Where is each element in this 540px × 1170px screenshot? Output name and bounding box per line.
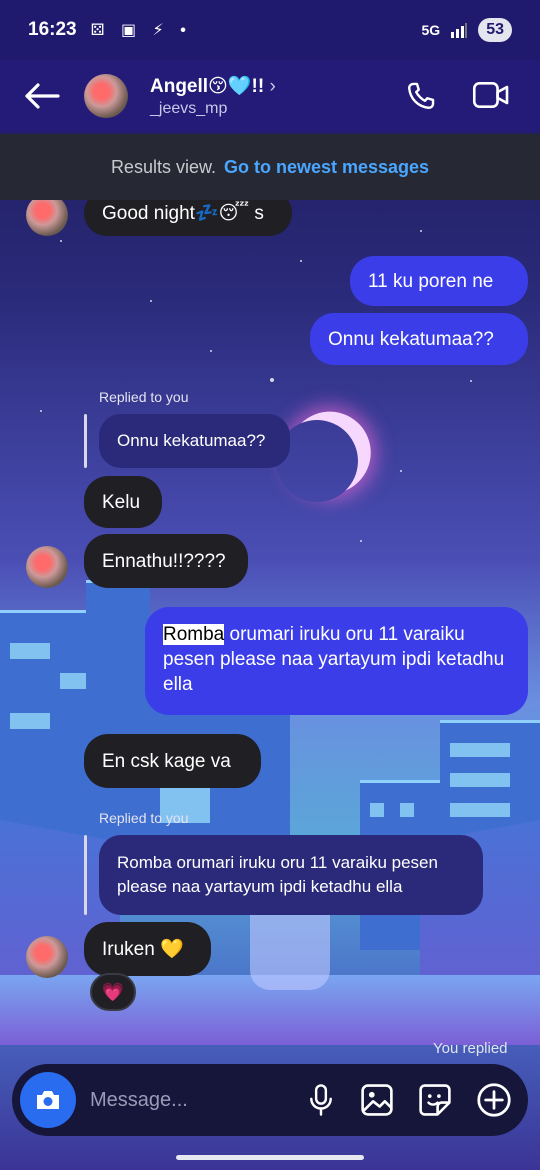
message-text: Onnu kekatumaa?? — [328, 328, 494, 350]
quoted-text: Romba orumari iruku oru 11 varaiku pesen… — [117, 853, 438, 896]
phone-call-icon[interactable] — [404, 79, 438, 113]
message-text: Iruken 💛 — [102, 938, 184, 960]
quoted-message[interactable]: Romba orumari iruku oru 11 varaiku pesen… — [99, 835, 483, 915]
message-bubble[interactable]: Onnu kekatumaa?? — [310, 313, 528, 365]
network-icon: 5G — [421, 22, 441, 38]
heart-reaction[interactable]: 💗 — [90, 973, 136, 1011]
back-button[interactable] — [0, 60, 84, 132]
camera-icon — [37, 1091, 59, 1109]
message-text: 11 ku poren ne — [368, 270, 494, 292]
contact-avatar[interactable] — [84, 74, 128, 118]
you-replied-label: You replied — [433, 1040, 508, 1057]
message-text: Romba orumari iruku oru 11 varaiku pesen… — [163, 624, 505, 695]
signal-icon — [451, 23, 468, 38]
message-bubble[interactable]: Ennathu!!???? — [84, 534, 248, 588]
message-composer: Message... — [12, 1064, 528, 1136]
video-call-icon[interactable] — [472, 79, 510, 111]
reply-indicator — [84, 835, 87, 915]
results-text: Results view. — [110, 156, 216, 177]
message-bubble[interactable]: 11 ku poren ne — [350, 256, 528, 306]
sticker-icon[interactable] — [418, 1083, 452, 1117]
heart-reaction-icon: 💗 — [101, 981, 125, 1002]
battery-icon: 53 — [478, 18, 512, 42]
message-input[interactable]: Message... — [90, 1089, 306, 1112]
message-bubble[interactable]: Iruken 💛 — [84, 922, 211, 976]
reply-indicator — [84, 414, 87, 468]
status-bar: 16:23 ⚄ ▣ ⚡ • 5G 53 — [0, 0, 540, 60]
contact-handle: _jeevs_mp — [150, 100, 228, 117]
message-bubble[interactable]: En csk kage va — [84, 734, 261, 788]
go-to-newest-link[interactable]: Go to newest messages — [224, 157, 429, 178]
camera-button[interactable] — [20, 1072, 76, 1128]
status-notification-icons: ⚄ ▣ ⚡ • — [90, 22, 192, 39]
message-text: Good night💤😴 s — [102, 202, 264, 224]
message-text: En csk kage va — [102, 750, 231, 772]
contact-name: Angell😚🩵!! — [150, 76, 265, 97]
search-highlight: Romba — [163, 624, 225, 645]
message-bubble[interactable]: Kelu — [84, 476, 162, 528]
replied-label: Replied to you — [99, 810, 189, 826]
message-text: Ennathu!!???? — [102, 550, 226, 572]
chat-header: Angell😚🩵!! › _jeevs_mp — [0, 60, 540, 132]
message-bubble[interactable]: Romba orumari iruku oru 11 varaiku pesen… — [145, 607, 528, 715]
sender-avatar[interactable] — [26, 546, 68, 588]
contact-info[interactable]: Angell😚🩵!! › _jeevs_mp — [150, 74, 276, 118]
replied-label: Replied to you — [99, 389, 189, 405]
microphone-icon[interactable] — [306, 1083, 336, 1117]
message-text: Kelu — [102, 491, 141, 513]
quoted-text: Onnu kekatumaa?? — [117, 431, 266, 450]
chevron-right-icon: › — [269, 76, 276, 97]
sender-avatar[interactable] — [26, 936, 68, 978]
home-indicator[interactable] — [176, 1155, 364, 1160]
quoted-message[interactable]: Onnu kekatumaa?? — [99, 414, 290, 468]
results-banner: Results view. Go to newest messages — [0, 134, 540, 200]
gallery-icon[interactable] — [360, 1083, 394, 1117]
back-arrow-icon — [25, 83, 60, 109]
sender-avatar[interactable] — [26, 194, 68, 236]
add-icon[interactable] — [476, 1082, 512, 1118]
status-time: 16:23 — [28, 19, 77, 40]
